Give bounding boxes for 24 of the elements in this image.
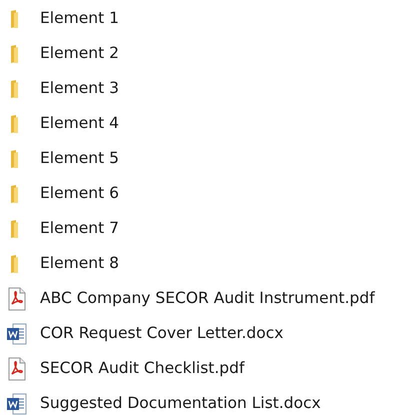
folder-icon: [11, 150, 18, 168]
word-document-icon: [6, 392, 28, 415]
file-name[interactable]: COR Request Cover Letter.docx: [40, 322, 284, 346]
folder-icon: [11, 44, 18, 62]
folder-icon: [11, 10, 18, 28]
folder-icon: [11, 184, 18, 202]
folder-name[interactable]: Element 7: [40, 216, 119, 240]
file-name[interactable]: SECOR Audit Checklist.pdf: [40, 356, 244, 380]
pdf-icon: [6, 286, 28, 310]
file-name[interactable]: ABC Company SECOR Audit Instrument.pdf: [40, 286, 375, 310]
folder-icon: [11, 220, 18, 238]
folder-name[interactable]: Element 4: [40, 112, 119, 136]
word-document-icon: [6, 322, 28, 346]
folder-icon: [11, 80, 18, 98]
folder-icon: [11, 114, 18, 132]
folder-name[interactable]: Element 3: [40, 76, 119, 100]
file-name[interactable]: Suggested Documentation List.docx: [40, 392, 321, 415]
folder-name[interactable]: Element 2: [40, 42, 119, 66]
folder-name[interactable]: Element 5: [40, 146, 119, 170]
folder-name[interactable]: Element 6: [40, 182, 119, 206]
folder-name[interactable]: Element 8: [40, 252, 119, 276]
folder-name[interactable]: Element 1: [40, 6, 119, 30]
folder-icon: [11, 254, 18, 272]
pdf-icon: [6, 356, 28, 380]
